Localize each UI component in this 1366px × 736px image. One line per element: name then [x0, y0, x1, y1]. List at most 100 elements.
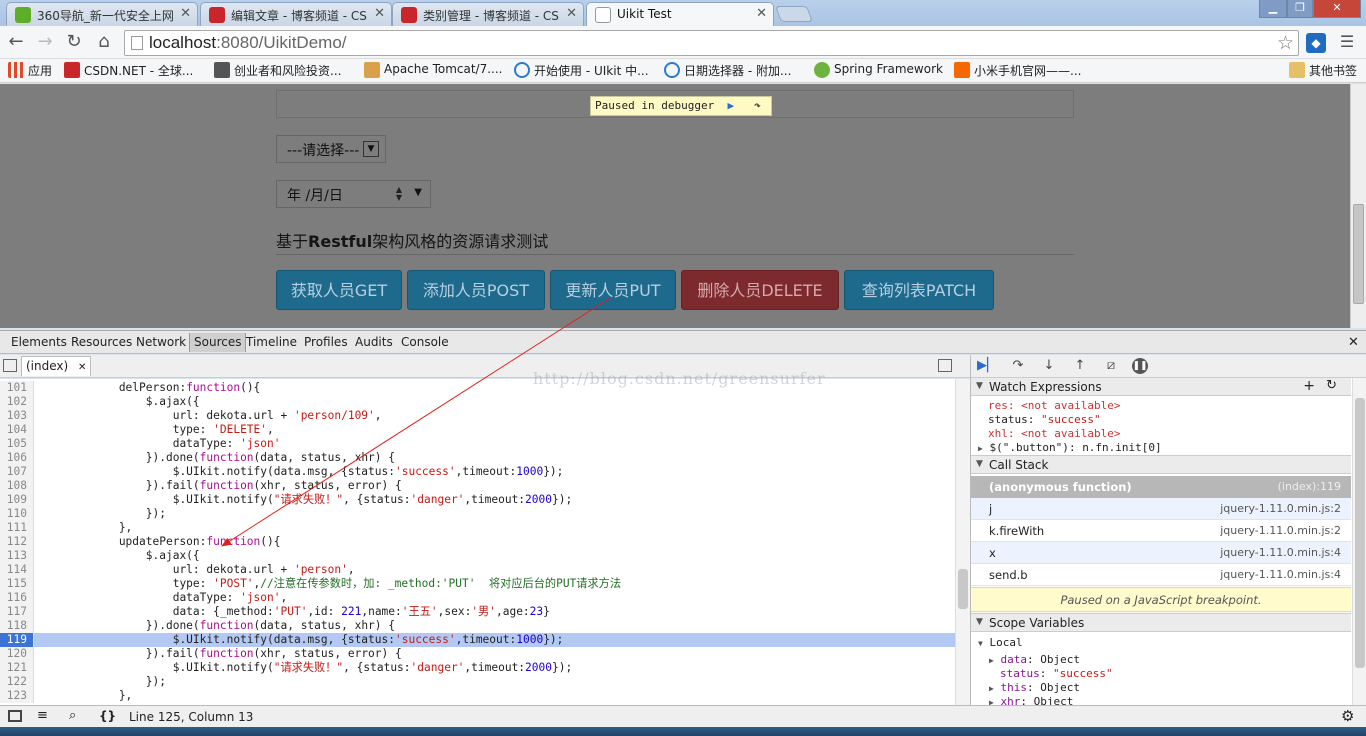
- call-frame[interactable]: j jquery-1.11.0.min.js:2: [971, 498, 1351, 520]
- code-line[interactable]: 120 }).fail(function(xhr, status, error)…: [0, 647, 955, 661]
- bookmark-datepicker[interactable]: 日期选择器 - 附加...: [664, 62, 791, 79]
- menu-icon[interactable]: ☰: [1335, 31, 1359, 55]
- minimize-icon[interactable]: ▁: [1259, 0, 1287, 18]
- query-list-button[interactable]: 查询列表PATCH: [844, 270, 994, 310]
- date-input[interactable]: 年 /月/日 ▲ ▼ ▼: [276, 180, 431, 208]
- line-number[interactable]: 121: [0, 661, 34, 675]
- page-scrollbar[interactable]: [1350, 84, 1366, 328]
- line-number[interactable]: 122: [0, 675, 34, 689]
- code-line[interactable]: 109 $.UIkit.notify("请求失败！", {status:'dan…: [0, 493, 955, 507]
- bookmark-uikit-start[interactable]: 开始使用 - UIkit 中...: [514, 62, 649, 79]
- code-line[interactable]: 122 });: [0, 675, 955, 689]
- code-line[interactable]: 118 }).done(function(data, status, xhr) …: [0, 619, 955, 633]
- bookmark-spring[interactable]: Spring Framework: [814, 62, 943, 78]
- maximize-icon[interactable]: ❐: [1287, 0, 1313, 18]
- spinner-icon[interactable]: ▲ ▼: [396, 186, 402, 202]
- line-number[interactable]: 108: [0, 479, 34, 493]
- sidebar-scrollbar[interactable]: [1352, 378, 1366, 705]
- watch-item[interactable]: res: <not available>: [988, 399, 1120, 412]
- watch-item[interactable]: status: "success": [988, 413, 1101, 426]
- step-out-icon[interactable]: ↑: [1070, 358, 1090, 374]
- close-icon[interactable]: ✕: [566, 6, 577, 21]
- watch-item[interactable]: xhl: <not available>: [988, 427, 1120, 440]
- deactivate-breakpoints-icon[interactable]: ⧄: [1101, 358, 1121, 374]
- tab-360[interactable]: 360导航_新一代安全上网 ✕: [6, 2, 198, 26]
- code-line[interactable]: 121 $.UIkit.notify("请求失败！", {status:'dan…: [0, 661, 955, 675]
- code-line[interactable]: 113 $.ajax({: [0, 549, 955, 563]
- tab-console[interactable]: Console: [401, 335, 449, 349]
- watch-expressions-header[interactable]: ▼ Watch Expressions + ↻: [971, 377, 1351, 396]
- step-over-icon[interactable]: ↷: [1008, 358, 1028, 374]
- line-number[interactable]: 110: [0, 507, 34, 521]
- step-over-icon[interactable]: ↷: [747, 99, 767, 112]
- scrollbar-thumb[interactable]: [1355, 398, 1365, 668]
- tab-sources[interactable]: Sources: [189, 333, 247, 352]
- tab-timeline[interactable]: Timeline: [246, 335, 297, 349]
- call-frame[interactable]: (anonymous function) (index):119: [971, 476, 1351, 498]
- code-line[interactable]: 103 url: dekota.url + 'person/109',: [0, 409, 955, 423]
- code-line[interactable]: 102 $.ajax({: [0, 395, 955, 409]
- tab-edit-article[interactable]: 编辑文章 - 博客频道 - CS ✕: [200, 2, 392, 26]
- home-icon[interactable]: ⌂: [92, 31, 116, 55]
- line-number[interactable]: 123: [0, 689, 34, 703]
- line-number[interactable]: 103: [0, 409, 34, 423]
- line-number[interactable]: 105: [0, 437, 34, 451]
- update-person-button[interactable]: 更新人员PUT: [550, 270, 676, 310]
- scope-item[interactable]: ▶ xhr: Object: [989, 695, 1073, 705]
- code-line[interactable]: 116 dataType: 'json',: [0, 591, 955, 605]
- watch-item[interactable]: ▶ $(".button"): n.fn.init[0]: [978, 441, 1162, 454]
- code-line[interactable]: 106 }).done(function(data, status, xhr) …: [0, 451, 955, 465]
- call-frame[interactable]: send.b jquery-1.11.0.min.js:4: [971, 564, 1351, 586]
- bookmark-tomcat[interactable]: Apache Tomcat/7....: [364, 62, 503, 78]
- bookmark-star-icon[interactable]: ☆: [1277, 32, 1294, 54]
- code-line[interactable]: 114 url: dekota.url + 'person',: [0, 563, 955, 577]
- resume-icon[interactable]: ▶▏: [977, 358, 997, 374]
- line-number[interactable]: 116: [0, 591, 34, 605]
- line-number[interactable]: 119: [0, 633, 34, 647]
- line-number[interactable]: 104: [0, 423, 34, 437]
- search-icon[interactable]: ⌕: [69, 708, 76, 723]
- code-editor[interactable]: 101 delPerson:function(){102 $.ajax({103…: [0, 379, 955, 705]
- bookmark-xiaomi[interactable]: 小米手机官网——...: [954, 62, 1081, 79]
- code-line[interactable]: 105 dataType: 'json': [0, 437, 955, 451]
- close-icon[interactable]: ✕: [756, 6, 767, 21]
- line-number[interactable]: 102: [0, 395, 34, 409]
- add-person-button[interactable]: 添加人员POST: [407, 270, 545, 310]
- line-number[interactable]: 118: [0, 619, 34, 633]
- line-number[interactable]: 109: [0, 493, 34, 507]
- tab-audits[interactable]: Audits: [355, 335, 393, 349]
- dock-icon[interactable]: [8, 710, 22, 722]
- line-number[interactable]: 120: [0, 647, 34, 661]
- resume-icon[interactable]: ▶: [721, 99, 741, 112]
- close-icon[interactable]: ✕: [78, 362, 86, 373]
- tab-network[interactable]: Network: [136, 335, 186, 349]
- address-bar[interactable]: localhost:8080/UikitDemo/ ☆: [124, 30, 1299, 56]
- call-stack-header[interactable]: ▼ Call Stack: [971, 455, 1351, 474]
- chevron-down-icon[interactable]: ▼: [414, 187, 422, 198]
- line-number[interactable]: 113: [0, 549, 34, 563]
- file-tab-index[interactable]: (index) ✕: [21, 356, 92, 376]
- extension-icon[interactable]: ◆: [1306, 33, 1326, 53]
- line-number[interactable]: 117: [0, 605, 34, 619]
- call-frame[interactable]: k.fireWith jquery-1.11.0.min.js:2: [971, 520, 1351, 542]
- line-number[interactable]: 115: [0, 577, 34, 591]
- line-number[interactable]: 106: [0, 451, 34, 465]
- code-line[interactable]: 104 type: 'DELETE',: [0, 423, 955, 437]
- category-select[interactable]: ---请选择--- ▼: [276, 135, 386, 163]
- line-number[interactable]: 112: [0, 535, 34, 549]
- console-drawer-icon[interactable]: ≡: [37, 708, 48, 723]
- call-frame[interactable]: x jquery-1.11.0.min.js:4: [971, 542, 1351, 564]
- line-number[interactable]: 111: [0, 521, 34, 535]
- scrollbar-thumb[interactable]: [958, 569, 968, 609]
- scope-item[interactable]: ▶ data: Object: [989, 653, 1080, 666]
- code-line[interactable]: 111 },: [0, 521, 955, 535]
- tab-profiles[interactable]: Profiles: [304, 335, 348, 349]
- scope-variables-header[interactable]: ▼ Scope Variables: [971, 613, 1351, 632]
- scope-item[interactable]: ▶ this: Object: [989, 681, 1080, 694]
- scrollbar-thumb[interactable]: [1353, 204, 1364, 304]
- code-line[interactable]: 107 $.UIkit.notify(data.msg, {status:'su…: [0, 465, 955, 479]
- scope-local[interactable]: ▼ Local: [978, 636, 1023, 649]
- scope-item[interactable]: status: "success": [1000, 667, 1113, 680]
- pretty-print-icon[interactable]: {}: [99, 709, 116, 723]
- code-line[interactable]: 110 });: [0, 507, 955, 521]
